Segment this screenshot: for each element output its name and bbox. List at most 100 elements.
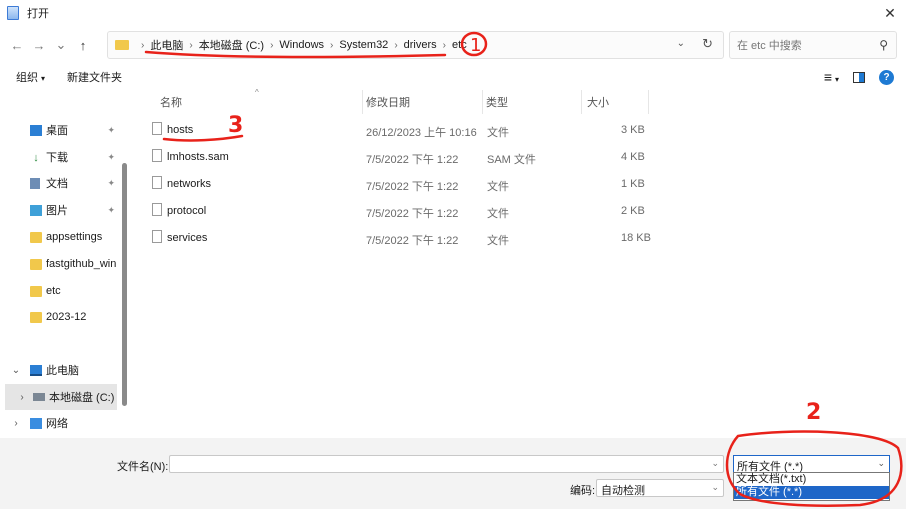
- sidebar-item-label: 网络: [46, 418, 68, 430]
- search-input[interactable]: 在 etc 中搜索 ⚲: [729, 31, 897, 59]
- column-divider[interactable]: [482, 90, 483, 114]
- folder-icon: [115, 40, 129, 50]
- pin-icon: ✦: [107, 124, 115, 135]
- breadcrumb-this-pc[interactable]: 此电脑: [150, 37, 183, 53]
- sidebar-item-label: 桌面: [46, 125, 68, 137]
- pin-icon: ✦: [107, 204, 115, 215]
- column-divider[interactable]: [362, 90, 363, 114]
- breadcrumb-local-disk[interactable]: 本地磁盘 (C:): [199, 37, 264, 53]
- collapsed-chevron-icon[interactable]: ›: [9, 418, 23, 429]
- expanded-chevron-icon[interactable]: ⌄: [9, 365, 23, 376]
- column-header-size[interactable]: 大小: [587, 90, 647, 114]
- sidebar-item-this-pc[interactable]: ⌄ 此电脑: [0, 357, 120, 383]
- sidebar-item-label: etc: [46, 285, 61, 297]
- sidebar-item-appsettings[interactable]: appsettings: [0, 224, 120, 250]
- column-divider[interactable]: [581, 90, 582, 114]
- file-type: 文件: [487, 181, 509, 193]
- file-size: 4 KB: [621, 151, 645, 163]
- sidebar-item-documents[interactable]: 文档 ✦: [0, 170, 120, 196]
- collapsed-chevron-icon[interactable]: ›: [15, 392, 29, 403]
- sidebar-item-label: 图片: [46, 205, 68, 217]
- sidebar-item-local-disk[interactable]: › 本地磁盘 (C:): [5, 384, 117, 410]
- forward-arrow-icon[interactable]: →: [28, 34, 50, 56]
- window-title: 打开: [27, 8, 49, 20]
- file-row-hosts[interactable]: hosts 26/12/2023 上午 10:16 文件 3 KB: [143, 117, 703, 143]
- breadcrumb-system32[interactable]: System32: [339, 39, 388, 51]
- file-type-select[interactable]: 所有文件 (*.*) ⌄: [733, 455, 890, 473]
- sidebar-item-2023-12[interactable]: 2023-12: [0, 304, 120, 330]
- breadcrumb-etc[interactable]: etc: [452, 39, 467, 51]
- file-size: 3 KB: [621, 124, 645, 136]
- folder-icon: [30, 231, 42, 243]
- pictures-icon: [30, 204, 42, 216]
- file-name: lmhosts.sam: [167, 151, 229, 163]
- file-row-networks[interactable]: networks 7/5/2022 下午 1:22 文件 1 KB: [143, 171, 703, 197]
- new-folder-button[interactable]: 新建文件夹: [67, 69, 122, 85]
- column-header-date[interactable]: 修改日期: [366, 90, 476, 114]
- pin-icon: ✦: [107, 151, 115, 162]
- file-type: 文件: [487, 235, 509, 247]
- breadcrumb-separator: ›: [141, 39, 145, 51]
- sidebar-item-network[interactable]: › 网络: [0, 410, 120, 436]
- toolbar-right-group: ≡ ▾ ?: [824, 69, 894, 85]
- chevron-down-icon[interactable]: ⌄: [711, 458, 719, 469]
- file-row-services[interactable]: services 7/5/2022 下午 1:22 文件 18 KB: [143, 225, 703, 251]
- file-row-lmhosts[interactable]: lmhosts.sam 7/5/2022 下午 1:22 SAM 文件 4 KB: [143, 144, 703, 170]
- column-header-name[interactable]: 名称: [160, 90, 360, 114]
- folder-icon: [30, 258, 42, 270]
- breadcrumb-drivers[interactable]: drivers: [404, 39, 437, 51]
- sidebar-scrollbar-thumb[interactable]: [122, 163, 127, 406]
- file-type-option-txt[interactable]: 文本文档(*.txt): [734, 473, 889, 486]
- organize-button[interactable]: 组织 ▾: [16, 69, 45, 85]
- sidebar-item-fastgithub[interactable]: fastgithub_win: [0, 251, 120, 277]
- sidebar-item-pictures[interactable]: 图片 ✦: [0, 197, 120, 223]
- column-divider[interactable]: [648, 90, 649, 114]
- file-size: 1 KB: [621, 178, 645, 190]
- sidebar-item-label: 本地磁盘 (C:): [49, 392, 115, 404]
- close-button[interactable]: ✕: [882, 5, 898, 21]
- title-bar: 打开 ✕: [0, 0, 906, 26]
- refresh-icon[interactable]: ↻: [702, 36, 713, 52]
- drive-icon: [33, 393, 45, 401]
- back-arrow-icon[interactable]: ←: [6, 34, 28, 56]
- breadcrumb-separator: ›: [189, 39, 193, 51]
- recent-locations-chevron-icon[interactable]: ⌄: [50, 34, 72, 56]
- view-menu-icon[interactable]: ≡ ▾: [824, 69, 839, 85]
- file-type-dropdown-list: 文本文档(*.txt) 所有文件 (*.*): [733, 472, 890, 501]
- dialog-footer: 文件名(N): ⌄ 编码: 自动检测 ⌄ 所有文件 (*.*) ⌄ 文本文档(*…: [0, 438, 906, 509]
- file-name: protocol: [167, 205, 207, 217]
- file-icon: [152, 149, 162, 162]
- sidebar-item-label: fastgithub_win: [46, 258, 117, 270]
- folder-icon: [30, 311, 42, 323]
- sidebar-item-downloads[interactable]: ↓ 下载 ✦: [0, 144, 120, 170]
- file-type: 文件: [487, 127, 509, 139]
- sidebar-item-label: appsettings: [46, 231, 103, 243]
- breadcrumb-windows[interactable]: Windows: [279, 39, 324, 51]
- up-arrow-icon[interactable]: ↑: [72, 34, 94, 56]
- column-header-type[interactable]: 类型: [486, 90, 576, 114]
- filename-input[interactable]: ⌄: [169, 455, 724, 473]
- address-bar[interactable]: › 此电脑 › 本地磁盘 (C:) › Windows › System32 ›…: [107, 31, 724, 59]
- file-row-protocol[interactable]: protocol 7/5/2022 下午 1:22 文件 2 KB: [143, 198, 703, 224]
- file-name: networks: [167, 178, 212, 190]
- address-dropdown-chevron-icon[interactable]: ⌄: [677, 38, 685, 49]
- file-size: 2 KB: [621, 205, 645, 217]
- view-list-icon: ≡: [823, 69, 832, 85]
- navigation-pane: 桌面 ✦ ↓ 下载 ✦ 文档 ✦ 图片 ✦ appsettings fastgi…: [0, 90, 131, 438]
- file-icon: [152, 122, 162, 135]
- help-icon[interactable]: ?: [879, 69, 894, 85]
- caret-down-icon: ▾: [834, 75, 839, 84]
- search-icon[interactable]: ⚲: [879, 38, 888, 52]
- navigation-bar: ← → ⌄ ↑ › 此电脑 › 本地磁盘 (C:) › Windows › Sy…: [0, 26, 906, 64]
- document-icon: [30, 177, 40, 189]
- encoding-select[interactable]: 自动检测 ⌄: [596, 479, 724, 497]
- file-type-option-all[interactable]: 所有文件 (*.*): [734, 486, 889, 499]
- sidebar-item-label: 文档: [46, 178, 68, 190]
- breadcrumb-separator: ›: [394, 39, 398, 51]
- file-size: 18 KB: [621, 232, 651, 244]
- breadcrumb-separator: ›: [270, 39, 274, 51]
- sidebar-item-desktop[interactable]: 桌面 ✦: [0, 117, 120, 143]
- sidebar-item-etc[interactable]: etc: [0, 278, 120, 304]
- preview-pane-icon[interactable]: [853, 71, 865, 83]
- file-icon: [152, 203, 162, 216]
